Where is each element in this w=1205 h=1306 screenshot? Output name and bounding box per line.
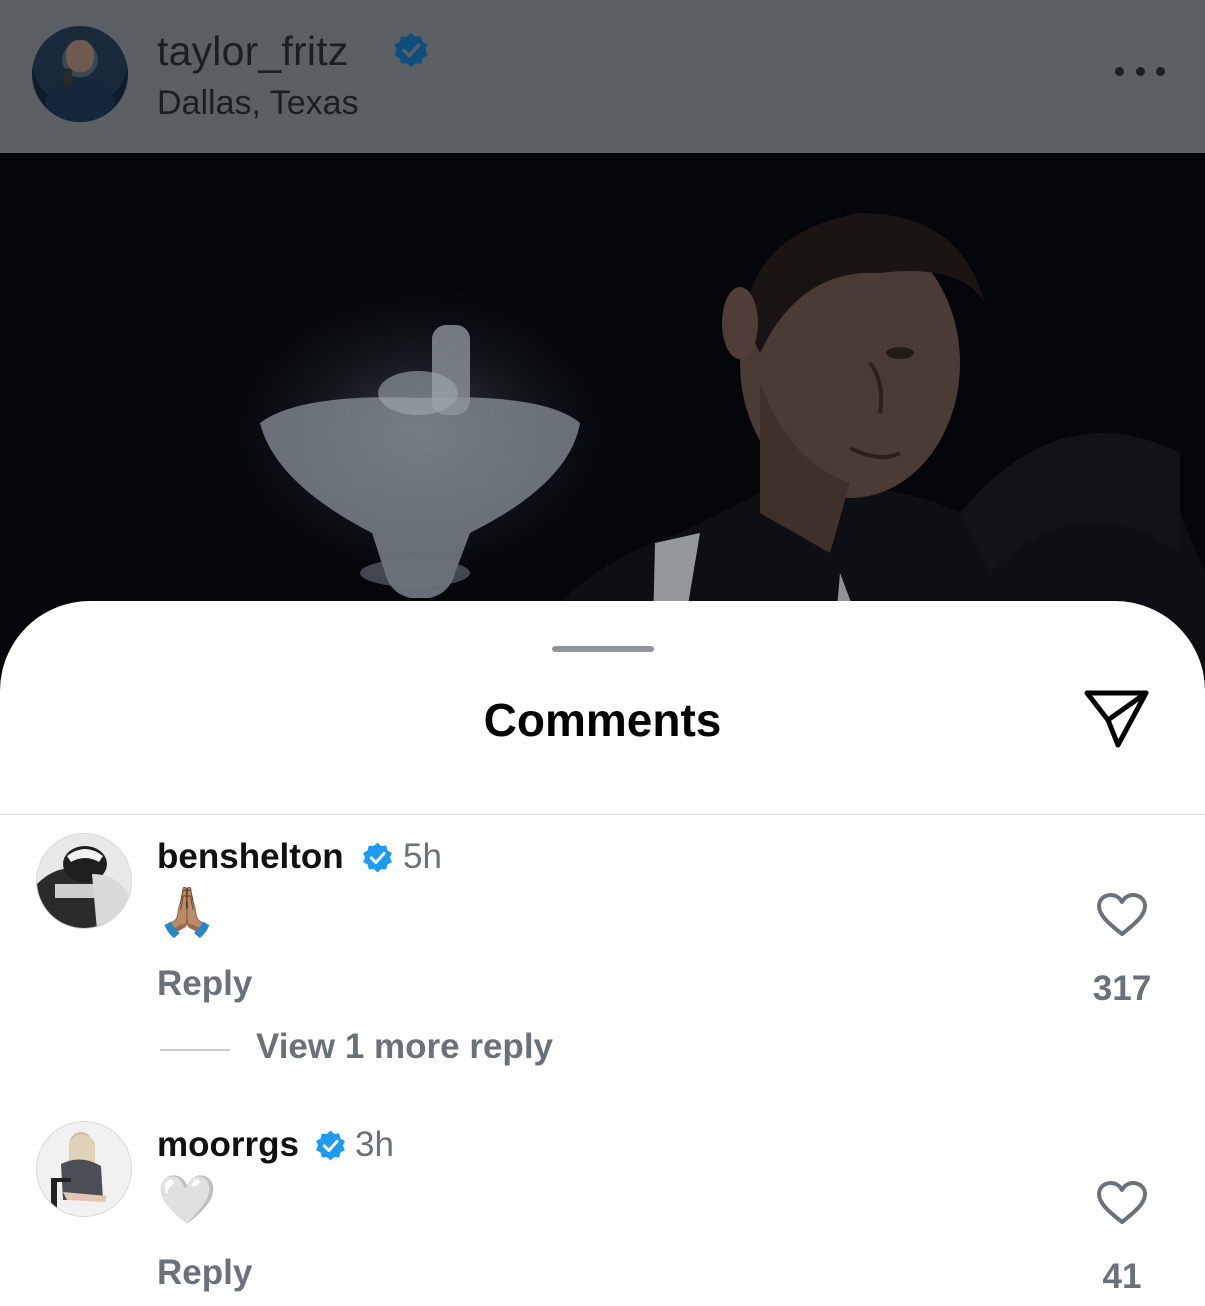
like-count: 41 bbox=[1102, 1257, 1142, 1296]
heart-icon[interactable] bbox=[1096, 892, 1148, 938]
verified-icon bbox=[316, 1130, 345, 1161]
comment-timestamp: 5h bbox=[403, 837, 442, 876]
comment-text: 🙏🏽 bbox=[157, 886, 217, 939]
view-more-replies-label[interactable]: View 1 more reply bbox=[256, 1027, 553, 1067]
reply-button[interactable]: Reply bbox=[157, 1253, 252, 1293]
author-username[interactable]: taylor_fritz bbox=[157, 28, 349, 75]
comment-username[interactable]: benshelton bbox=[157, 837, 344, 877]
drag-handle[interactable] bbox=[552, 646, 654, 652]
comments-sheet: Comments benshelton 5h 🙏🏽 Reply 317 View… bbox=[0, 601, 1205, 1306]
post-location[interactable]: Dallas, Texas bbox=[157, 84, 359, 123]
divider bbox=[0, 814, 1205, 815]
more-options-icon[interactable] bbox=[1115, 64, 1165, 78]
reply-button[interactable]: Reply bbox=[157, 964, 252, 1004]
comment-text: 🤍 bbox=[157, 1174, 217, 1227]
heart-icon[interactable] bbox=[1096, 1180, 1148, 1226]
author-avatar[interactable] bbox=[32, 26, 128, 122]
commenter-avatar[interactable] bbox=[36, 1121, 132, 1217]
sheet-title: Comments bbox=[483, 694, 722, 746]
like-count: 317 bbox=[1092, 969, 1152, 1008]
post-header: taylor_fritz Dallas, Texas bbox=[0, 0, 1205, 153]
comment-username[interactable]: moorrgs bbox=[157, 1125, 299, 1165]
paper-plane-icon[interactable] bbox=[1082, 687, 1152, 751]
commenter-avatar[interactable] bbox=[36, 833, 132, 929]
reply-thread-line bbox=[160, 1049, 230, 1051]
verified-icon bbox=[363, 842, 392, 873]
verified-icon bbox=[394, 32, 428, 68]
comment-timestamp: 3h bbox=[355, 1125, 394, 1164]
